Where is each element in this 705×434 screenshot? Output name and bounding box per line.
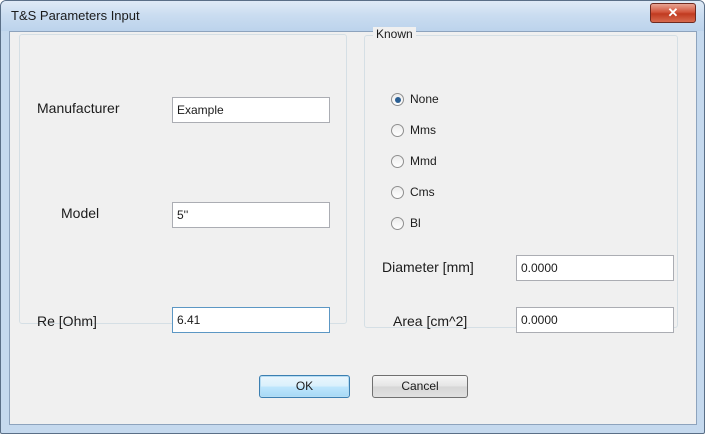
- radio-mmd-label: Mmd: [410, 154, 437, 168]
- diameter-field[interactable]: 0.0000: [516, 255, 674, 281]
- manufacturer-label: Manufacturer: [37, 100, 120, 116]
- ok-button[interactable]: OK: [259, 375, 350, 398]
- radio-mms-label: Mms: [410, 123, 436, 137]
- window-title: T&S Parameters Input: [11, 8, 140, 23]
- area-label: Area [cm^2]: [393, 313, 468, 329]
- diameter-label: Diameter [mm]: [382, 259, 474, 275]
- known-group-title: Known: [373, 27, 416, 41]
- radio-none-label: None: [410, 92, 439, 106]
- radio-cms-button[interactable]: [391, 186, 404, 199]
- radio-mmd-button[interactable]: [391, 155, 404, 168]
- close-icon: ✕: [667, 5, 679, 20]
- radio-bl-button[interactable]: [391, 217, 404, 230]
- cancel-button[interactable]: Cancel: [372, 375, 468, 398]
- area-field[interactable]: 0.0000: [516, 307, 674, 333]
- known-group: Known: [364, 27, 678, 328]
- re-ohm-field[interactable]: 6.41: [172, 307, 330, 333]
- title-bar[interactable]: T&S Parameters Input ✕: [1, 1, 704, 31]
- manufacturer-field[interactable]: Example: [172, 97, 330, 123]
- radio-none-button[interactable]: [391, 93, 404, 106]
- close-button[interactable]: ✕: [650, 3, 696, 23]
- radio-cms-label: Cms: [410, 185, 435, 199]
- radio-bl-label: Bl: [410, 216, 421, 230]
- model-label: Model: [61, 205, 100, 221]
- model-field[interactable]: 5'': [172, 202, 330, 228]
- re-ohm-label: Re [Ohm]: [37, 313, 97, 329]
- radio-mms-button[interactable]: [391, 124, 404, 137]
- parameters-group: [19, 34, 347, 324]
